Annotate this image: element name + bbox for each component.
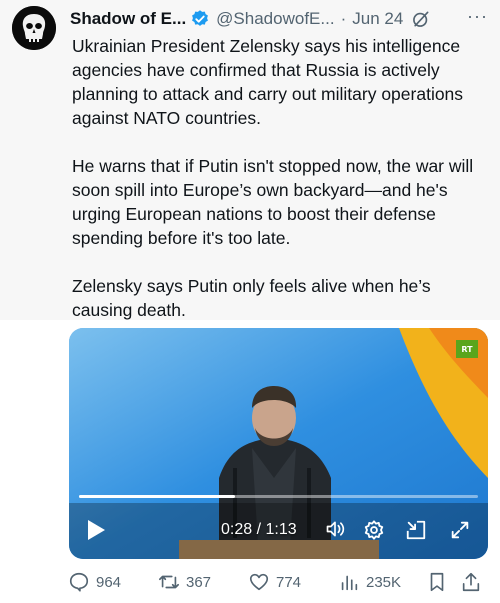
rt-logo: RT <box>456 340 478 358</box>
handle[interactable]: @ShadowofE... <box>216 9 334 29</box>
tweet-date[interactable]: Jun 24 <box>352 9 403 29</box>
reply-button[interactable]: 964 <box>68 571 121 593</box>
grok-icon[interactable] <box>411 9 431 29</box>
reply-count: 964 <box>96 573 122 591</box>
avatar[interactable] <box>12 6 56 50</box>
volume-icon[interactable] <box>324 519 346 539</box>
repost-button[interactable]: 367 <box>158 571 211 593</box>
views-button[interactable]: 235K <box>338 571 401 593</box>
dock-icon[interactable] <box>405 519 427 541</box>
verified-badge-icon <box>192 10 209 26</box>
video-player[interactable]: RT 0:28 / 1:13 <box>69 328 488 559</box>
punisher-skull-avatar-image <box>12 6 56 50</box>
views-count: 235K <box>366 573 402 591</box>
separator-dot: · <box>340 9 347 28</box>
video-progress-bar[interactable] <box>79 495 478 498</box>
play-icon[interactable] <box>85 518 107 542</box>
share-button[interactable] <box>460 571 488 593</box>
like-count: 774 <box>276 573 302 591</box>
reply-icon <box>69 572 89 592</box>
tweet-paragraph: Ukrainian President Zelensky says his in… <box>72 36 464 128</box>
tweet-text: Ukrainian President Zelensky says his in… <box>72 34 492 322</box>
like-button[interactable]: 774 <box>248 571 301 593</box>
repost-icon <box>159 575 179 589</box>
tweet-actions: 964 367 774 235K <box>62 571 500 599</box>
video-progress-fill <box>79 495 235 498</box>
share-icon <box>462 572 480 592</box>
tweet-paragraph: He warns that if Putin isn't stopped now… <box>72 156 474 248</box>
views-icon <box>341 575 358 591</box>
bookmark-icon <box>430 572 444 592</box>
like-icon <box>249 573 269 591</box>
fullscreen-icon[interactable] <box>449 519 471 541</box>
settings-icon[interactable] <box>363 519 385 541</box>
video-time: 0:28 / 1:13 <box>221 521 297 538</box>
tweet-header: Shadow of E... @ShadowofE... · Jun 24 ··… <box>70 6 492 32</box>
more-icon[interactable]: ··· <box>467 6 488 27</box>
tweet-paragraph: Zelensky says Putin only feels alive whe… <box>72 276 431 320</box>
repost-count: 367 <box>186 573 212 591</box>
bookmark-button[interactable] <box>426 571 454 593</box>
display-name[interactable]: Shadow of E... <box>70 9 186 29</box>
